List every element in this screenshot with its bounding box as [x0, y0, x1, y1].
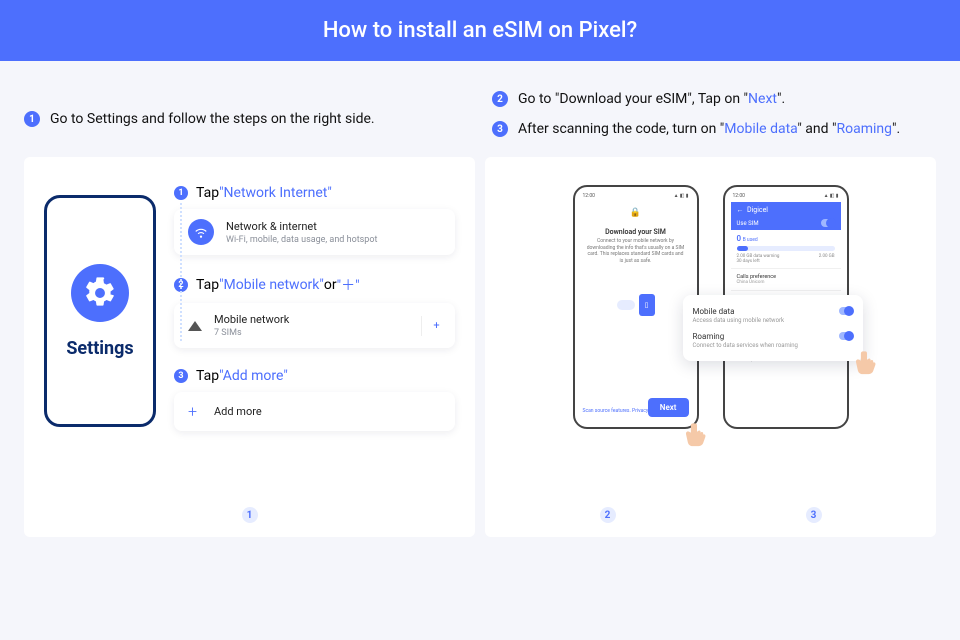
- lock-icon: 🔒: [581, 208, 691, 218]
- steps-column: 1 Tap "Network Internet" Network & inter…: [174, 185, 455, 431]
- next-button[interactable]: Next: [648, 398, 689, 417]
- wifi-icon: [188, 219, 214, 245]
- step-number-badge: 2: [492, 91, 508, 107]
- cloud-icon: [617, 300, 635, 310]
- add-more-card[interactable]: + Add more: [174, 392, 455, 431]
- phone-download-sim-wrap: 12:00 ▲ ◧ ▮ 🔒 Download your SIM Connect …: [573, 185, 699, 429]
- row-calls-pref[interactable]: Calls preference China Unicom: [731, 268, 841, 290]
- footer-badge: 3: [806, 507, 822, 523]
- overlay-roaming[interactable]: Roaming Connect to data services when ro…: [693, 328, 853, 353]
- card-title: Mobile network: [214, 313, 289, 326]
- download-sim-desc: Connect to your mobile network by downlo…: [581, 236, 691, 266]
- highlight: "＋": [337, 275, 360, 295]
- card-subtitle: 7 SIMs: [214, 328, 289, 338]
- status-bar: 12:00 ▲ ◧ ▮: [731, 193, 841, 202]
- card-subtitle: Wi-Fi, mobile, data usage, and hotspot: [226, 235, 377, 245]
- page-title: How to install an eSIM on Pixel?: [323, 18, 637, 43]
- step-1: 1 Tap "Network Internet" Network & inter…: [174, 185, 455, 255]
- overlay-mobile-data[interactable]: Mobile data Access data using mobile net…: [693, 303, 853, 328]
- intro-section: 1 Go to Settings and follow the steps on…: [0, 61, 960, 147]
- footer-badge: 1: [242, 507, 258, 523]
- network-internet-card[interactable]: Network & internet Wi-Fi, mobile, data u…: [174, 209, 455, 255]
- carrier-name: Digicel: [747, 206, 768, 214]
- toggle-icon: [839, 307, 853, 315]
- step-number-badge: 3: [492, 121, 508, 137]
- step-number-badge: 1: [24, 111, 40, 127]
- card-title: Network & internet: [226, 220, 377, 233]
- plus-icon: +: [188, 402, 202, 421]
- phone-download-sim: 12:00 ▲ ◧ ▮ 🔒 Download your SIM Connect …: [573, 185, 699, 429]
- data-usage: 0 B used 2.00 GB data warning 2.00 GB 30…: [731, 230, 841, 268]
- add-network-plus[interactable]: +: [421, 316, 441, 336]
- settings-label: Settings: [66, 338, 133, 359]
- gear-icon: [71, 264, 129, 322]
- status-bar: 12:00 ▲ ◧ ▮: [581, 193, 691, 202]
- cloud-sim-illustration: ▯: [581, 294, 691, 316]
- substep-badge: 1: [174, 186, 188, 200]
- intro-text-3: After scanning the code, turn on "Mobile…: [518, 121, 900, 137]
- intro-text-2: Go to "Download your eSIM", Tap on "Next…: [518, 91, 785, 107]
- highlight-roaming: Roaming: [836, 121, 892, 137]
- usage-bar: [737, 246, 835, 251]
- toggle-icon: [839, 332, 853, 340]
- signal-icon: [188, 321, 202, 331]
- panel-footer-badges: 1: [24, 507, 475, 523]
- panels: Settings 1 Tap "Network Internet": [0, 147, 960, 557]
- highlight: "Add more": [219, 368, 288, 384]
- status-icons: ▲ ◧ ▮: [824, 193, 839, 199]
- highlight: "Network Internet": [219, 185, 332, 201]
- hand-pointer-icon: [683, 417, 711, 449]
- footer-badge: 2: [600, 507, 616, 523]
- intro-line-1: 1 Go to Settings and follow the steps on…: [24, 111, 375, 127]
- overlay-toggles-card: Mobile data Access data using mobile net…: [683, 295, 863, 361]
- intro-right: 2 Go to "Download your eSIM", Tap on "Ne…: [492, 91, 936, 137]
- intro-line-2: 2 Go to "Download your eSIM", Tap on "Ne…: [492, 91, 936, 107]
- panel-right: 12:00 ▲ ◧ ▮ 🔒 Download your SIM Connect …: [485, 157, 936, 537]
- hand-pointer-icon: [853, 345, 881, 377]
- sim-icon: ▯: [639, 294, 655, 316]
- step-2: 2 Tap "Mobile network" or "＋" Mobile net…: [174, 275, 455, 348]
- carrier-header: ← Digicel: [731, 202, 841, 216]
- toggle-icon: [821, 219, 835, 227]
- dotted-connector: [180, 203, 182, 341]
- highlight-next: Next: [748, 91, 777, 107]
- mobile-network-card[interactable]: Mobile network 7 SIMs +: [174, 303, 455, 348]
- status-icons: ▲ ◧ ▮: [674, 193, 689, 199]
- highlight-mobile-data: Mobile data: [724, 121, 797, 137]
- panel-footer-badges: 2 3: [485, 507, 936, 523]
- download-sim-title: Download your SIM: [581, 228, 691, 236]
- use-sim-row[interactable]: Use SIM: [731, 216, 841, 230]
- substep-badge: 3: [174, 369, 188, 383]
- panel-left: Settings 1 Tap "Network Internet": [24, 157, 475, 537]
- card-title: Add more: [214, 405, 262, 418]
- settings-phone-illustration: Settings: [44, 195, 156, 427]
- page-header: How to install an eSIM on Pixel?: [0, 0, 960, 61]
- phone-carrier-settings-wrap: 12:00 ▲ ◧ ▮ ← Digicel Use SIM 0 B used: [723, 185, 849, 429]
- back-icon[interactable]: ←: [737, 206, 744, 214]
- highlight: "Mobile network": [219, 277, 324, 293]
- intro-text-1: Go to Settings and follow the steps on t…: [50, 111, 375, 127]
- intro-left: 1 Go to Settings and follow the steps on…: [24, 91, 468, 137]
- intro-line-3: 3 After scanning the code, turn on "Mobi…: [492, 121, 936, 137]
- step-3: 3 Tap "Add more" + Add more: [174, 368, 455, 431]
